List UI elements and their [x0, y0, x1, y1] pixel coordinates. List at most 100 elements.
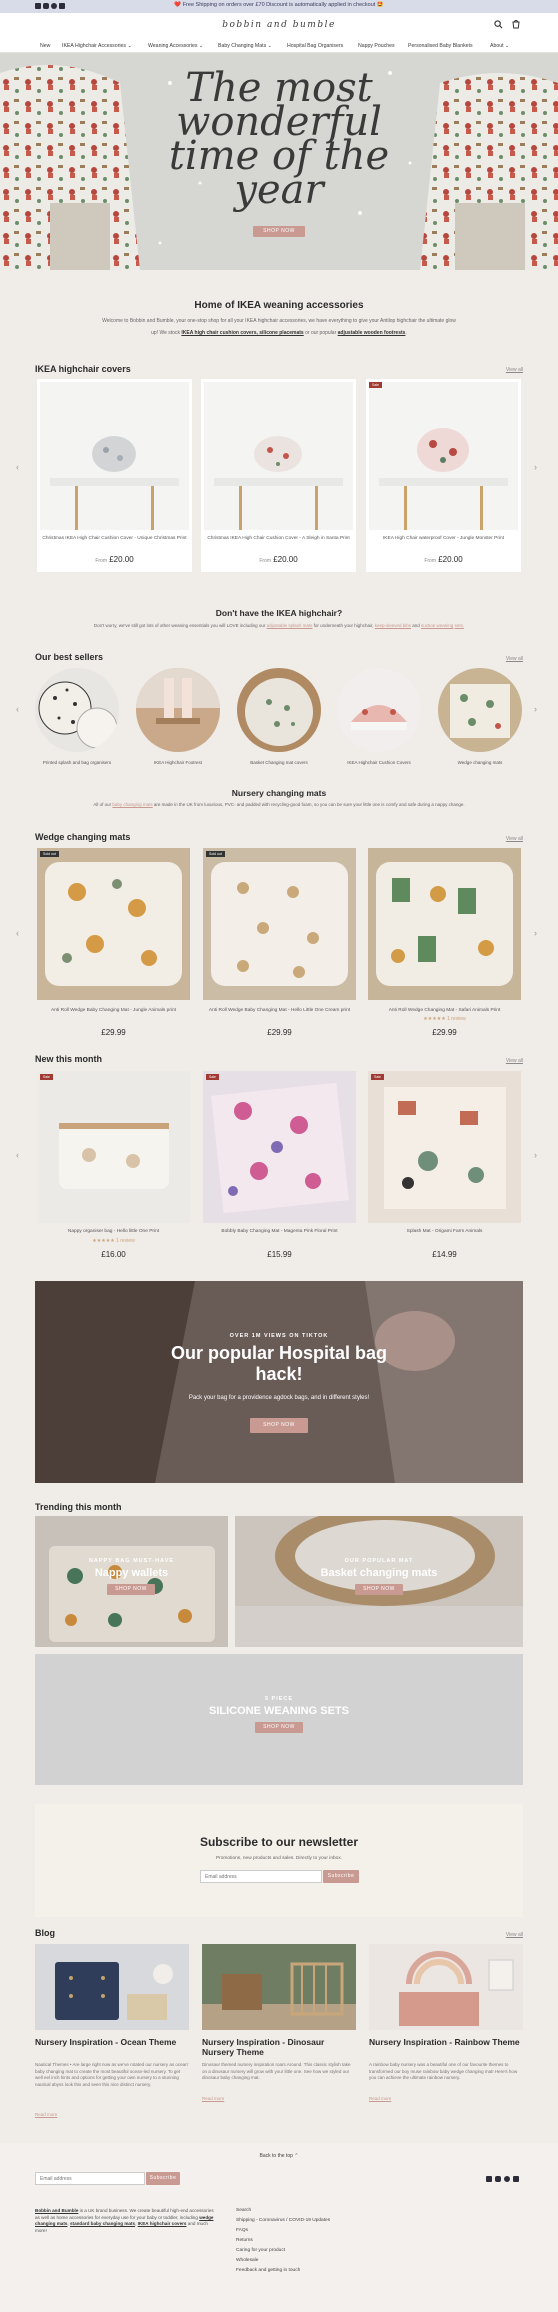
wedge-card-image[interactable]: Sold out [37, 848, 190, 1000]
bibs-link[interactable]: keep-sleeved bibs [375, 623, 411, 628]
blog-post-title[interactable]: Nursery Inspiration - Rainbow Theme [369, 2037, 523, 2047]
best-view-all[interactable]: View all [506, 656, 523, 662]
site-logo[interactable]: bobbin and bumble [0, 20, 558, 30]
ikea-view-all[interactable]: View all [506, 367, 523, 373]
best-seller-label[interactable]: Printed splash and bag organisers [27, 760, 127, 765]
facebook-icon[interactable] [486, 2176, 492, 2182]
tile-shop-button[interactable]: SHOP NOW [255, 1722, 303, 1733]
product-title[interactable]: Anti Roll Wedge Baby Changing Mat - Hell… [203, 1008, 356, 1015]
new-view-all[interactable]: View all [506, 1058, 523, 1064]
chevron-right-icon[interactable]: › [534, 462, 537, 472]
tiktok-icon[interactable] [513, 2176, 519, 2182]
new-card-image[interactable]: Sale [37, 1071, 190, 1223]
footer-subscribe-button[interactable]: Subscribe [146, 2172, 180, 2185]
blog-read-more[interactable]: Read more [35, 2112, 57, 2119]
product-title[interactable]: Anti Roll Wedge Changing Mat - Safari An… [368, 1008, 521, 1015]
cart-icon[interactable] [511, 19, 521, 29]
best-seller-label[interactable]: Basket Changing mat covers [229, 760, 329, 765]
blog-image-rainbow[interactable] [369, 1944, 523, 2030]
sold-out-badge: Sold out [40, 851, 59, 857]
footer-link-returns[interactable]: Returns [236, 2238, 253, 2243]
footer-link-feedback[interactable]: Feedback and getting in touch [236, 2268, 300, 2273]
blog-post-title[interactable]: Nursery Inspiration - Ocean Theme [35, 2037, 189, 2047]
tiktok-shop-button[interactable]: SHOP NOW [250, 1418, 308, 1433]
wedge-view-all[interactable]: View all [506, 836, 523, 842]
product-title[interactable]: Christmas IKEA High Chair Cushion Cover … [205, 536, 352, 543]
chevron-right-icon[interactable]: › [534, 928, 537, 938]
trending-tile-nappy[interactable]: NAPPY BAG MUST-HAVE Nappy wallets SHOP N… [35, 1516, 228, 1647]
new-card-image[interactable]: Sale [203, 1071, 356, 1223]
best-seller-image[interactable] [136, 668, 220, 752]
ikea-card[interactable]: Christmas IKEA High Chair Cushion Cover … [37, 379, 192, 572]
trending-tile-basket[interactable]: OUR POPULAR MAT Basket changing mats SHO… [235, 1516, 523, 1647]
blog-image-dinosaur[interactable] [202, 1944, 356, 2030]
suction-link[interactable]: suction weaning [421, 623, 453, 628]
price-value: £20.00 [273, 555, 298, 564]
best-seller-image[interactable] [35, 668, 119, 752]
nav-item-new[interactable]: New [40, 43, 50, 49]
nav-item-hospital-bag[interactable]: Hospital Bag Organisers [287, 43, 343, 49]
changing-mats-link[interactable]: baby changing mats [112, 802, 152, 807]
blog-image-ocean[interactable] [35, 1944, 189, 2030]
blog-read-more[interactable]: Read more [369, 2096, 391, 2103]
brand-link[interactable]: Bobbin and Bumble [35, 2208, 78, 2213]
product-title[interactable]: IKEA High Chair waterproof Cover - Jungl… [370, 536, 517, 543]
footer-email-input[interactable] [35, 2172, 145, 2185]
best-seller-label[interactable]: IKEA Highchair Footrest [128, 760, 228, 765]
hero-shop-button[interactable]: SHOP NOW [253, 226, 305, 237]
new-card-image[interactable]: Sale [368, 1071, 521, 1223]
splash-mats-link[interactable]: adjustable splash mats [267, 623, 313, 628]
footer-link-faqs[interactable]: FAQs [236, 2228, 248, 2233]
best-seller-label[interactable]: Wedge changing mats [430, 760, 530, 765]
standard-mats-link[interactable]: standard baby changing mats [70, 2221, 135, 2226]
product-title[interactable]: Christmas IKEA High Chair Cushion Cover … [41, 536, 188, 543]
intro-title: Home of IKEA weaning accessories [194, 300, 364, 311]
wedge-card-image[interactable] [368, 848, 521, 1000]
chevron-left-icon[interactable]: ‹ [16, 1150, 19, 1160]
nav-item-about[interactable]: About ⌄ [490, 43, 509, 49]
ikea-card[interactable]: Christmas IKEA High Chair Cushion Cover … [201, 379, 356, 572]
search-icon[interactable] [494, 20, 503, 29]
highchair-covers-link[interactable]: IKEA highchair covers [138, 2221, 187, 2226]
chevron-left-icon[interactable]: ‹ [16, 928, 19, 938]
wedge-card-image[interactable]: Sold out [203, 848, 356, 1000]
nav-item-weaning[interactable]: Weaning Accessories ⌄ [148, 43, 203, 49]
site-footer: Back to the top ⌃ Subscribe Bobbin and B… [0, 2143, 558, 2312]
best-seller-image[interactable] [237, 668, 321, 752]
footer-link-wholesale[interactable]: Wholesale [236, 2258, 258, 2263]
instagram-icon[interactable] [495, 2176, 501, 2182]
newsletter-email-input[interactable] [200, 1870, 322, 1883]
product-title[interactable]: Anti Roll Wedge Baby Changing Mat - Jung… [37, 1008, 190, 1015]
product-title[interactable]: Bobbly Baby Changing Mat - Magenta Pink … [203, 1229, 356, 1236]
best-seller-image[interactable] [438, 668, 522, 752]
product-title[interactable]: Nappy organiser bag - Hello little One P… [37, 1229, 190, 1236]
best-seller-label[interactable]: IKEA Highchair Cushion Covers [329, 760, 429, 765]
chevron-left-icon[interactable]: ‹ [16, 704, 19, 714]
newsletter-subscribe-button[interactable]: Subscribe [323, 1870, 359, 1883]
back-to-top[interactable]: Back to the top ⌃ [0, 2153, 558, 2159]
nav-item-blankets[interactable]: Personalised Baby Blankets [408, 43, 473, 49]
intro-link-footrests[interactable]: adjustable wooden footrests [338, 330, 406, 336]
chevron-right-icon[interactable]: › [534, 704, 537, 714]
blog-post-title[interactable]: Nursery Inspiration - Dinosaur Nursery T… [202, 2037, 356, 2057]
trending-tile-silicone[interactable]: 5 PIECE SILICONE WEANING SETS SHOP NOW [35, 1654, 523, 1785]
ikea-card[interactable]: Sale IKEA High Chair waterproof Cover - … [366, 379, 521, 572]
blog-read-more[interactable]: Read more [202, 2096, 224, 2103]
nav-item-ikea-highchair[interactable]: IKEA Highchair Accessories ⌄ [62, 43, 132, 49]
pinterest-icon[interactable] [504, 2176, 510, 2182]
chevron-left-icon[interactable]: ‹ [16, 462, 19, 472]
suction-link-end[interactable]: sets. [455, 623, 465, 628]
footer-link-search[interactable]: Search [236, 2208, 251, 2213]
intro-link-covers[interactable]: IKEA high chair cushion covers, silicone… [181, 330, 303, 336]
tile-shop-button[interactable]: SHOP NOW [355, 1584, 403, 1595]
footer-link-shipping[interactable]: Shipping - Coronavirus / COVID-19 Update… [236, 2218, 330, 2223]
tile-shop-button[interactable]: SHOP NOW [107, 1584, 155, 1595]
price-from: From [424, 558, 436, 564]
product-title[interactable]: Splash Mat - Origami Farm Animals [368, 1229, 521, 1236]
blog-view-all[interactable]: View all [506, 1932, 523, 1938]
footer-link-care[interactable]: Caring for your product [236, 2248, 285, 2253]
nav-item-nappy-pouches[interactable]: Nappy Pouches [358, 43, 395, 49]
best-seller-image[interactable] [337, 668, 421, 752]
nav-item-changing-mats[interactable]: Baby Changing Mats ⌄ [218, 43, 272, 49]
chevron-right-icon[interactable]: › [534, 1150, 537, 1160]
